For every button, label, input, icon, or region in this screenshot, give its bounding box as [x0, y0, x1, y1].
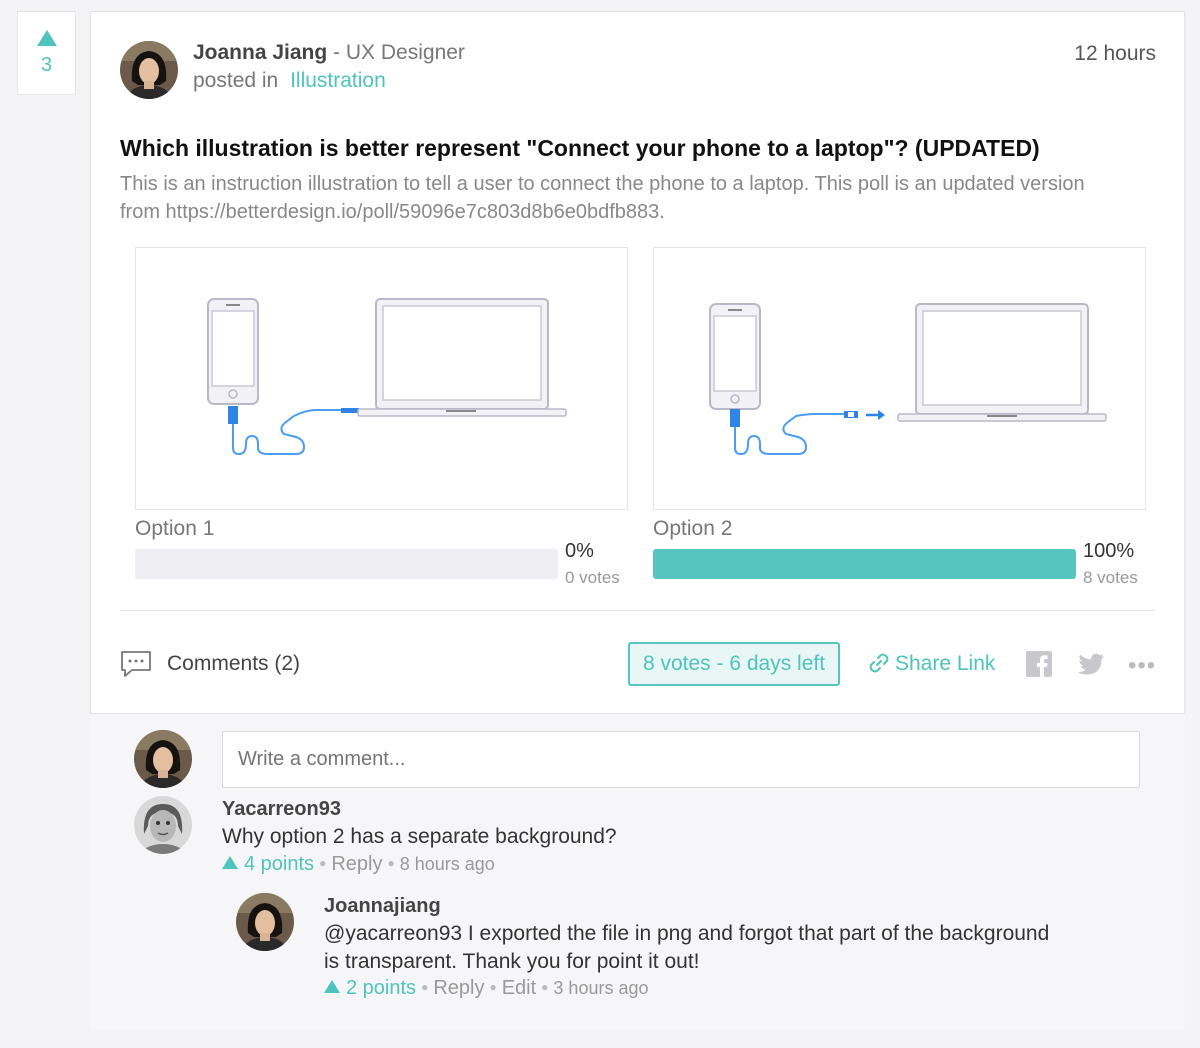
posted-in-label: posted in [193, 69, 279, 92]
edit-link[interactable]: Edit [502, 977, 536, 999]
upvote-arrow-icon [324, 980, 340, 993]
comment-meta: 2 points ● Reply ● Edit ● 3 hours ago [324, 977, 649, 1000]
author-name[interactable]: Joanna Jiang [193, 41, 327, 64]
option-1-image[interactable] [135, 247, 628, 510]
comment-upvote[interactable]: 4 points [222, 853, 314, 875]
post-upvote-box[interactable]: 3 [17, 11, 76, 95]
posted-in-line: posted in Illustration [193, 69, 386, 93]
comments-section: Yacarreon93 Why option 2 has a separate … [90, 714, 1185, 1030]
comment-text-line-1: @yacarreon93 I exported the file in png … [324, 922, 1050, 945]
option-1-bar[interactable] [135, 549, 558, 579]
upvote-count: 3 [40, 54, 53, 76]
reply-author-avatar[interactable] [236, 893, 294, 951]
option-2-bar[interactable] [653, 549, 1076, 579]
option-2-percent: 100% [1083, 540, 1135, 562]
comment-text-line-2: is transparent. Thank you for point it o… [324, 950, 700, 973]
twitter-icon[interactable] [1077, 653, 1105, 681]
comments-link[interactable]: Comments (2) [167, 652, 300, 676]
author-avatar[interactable] [120, 41, 178, 99]
comment-time: 3 hours ago [553, 978, 649, 998]
comment-bubble-icon[interactable] [120, 650, 152, 683]
reply-link[interactable]: Reply [331, 853, 382, 875]
option-2-votes: 8 votes [1083, 568, 1138, 587]
option-2-image[interactable] [653, 247, 1146, 510]
post-time: 12 hours [1074, 42, 1156, 65]
comment-author[interactable]: Yacarreon93 [222, 798, 341, 821]
author-separator: - [327, 41, 346, 64]
votes-status-badge: 8 votes - 6 days left [628, 642, 840, 686]
comment-text: Why option 2 has a separate background? [222, 825, 617, 848]
comment-author[interactable]: Joannajiang [324, 895, 441, 918]
option-1-votes: 0 votes [565, 568, 620, 587]
option-2-label[interactable]: Option 2 [653, 517, 732, 541]
commenter-avatar[interactable] [134, 796, 192, 854]
comment-points: 4 points [244, 853, 315, 875]
category-link[interactable]: Illustration [290, 69, 386, 92]
facebook-icon[interactable] [1026, 651, 1052, 682]
reply-link[interactable]: Reply [433, 977, 484, 999]
option-1-percent: 0% [565, 540, 594, 562]
dot-separator: ● [319, 856, 327, 870]
comment-time: 8 hours ago [399, 854, 495, 874]
upvote-arrow-icon [222, 856, 238, 869]
upvote-arrow-icon[interactable] [36, 30, 57, 46]
dot-separator: ● [489, 980, 497, 994]
more-options-icon[interactable]: ••• [1128, 654, 1156, 678]
phone-laptop-illustration-2 [709, 303, 1107, 456]
share-link-label: Share Link [895, 652, 996, 675]
comment-upvote[interactable]: 2 points [324, 977, 416, 999]
comment-points: 2 points [346, 977, 417, 999]
dot-separator: ● [541, 980, 549, 994]
option-1-label[interactable]: Option 1 [135, 517, 214, 541]
comment-input[interactable] [222, 731, 1140, 788]
post-description: This is an instruction illustration to t… [120, 173, 1085, 223]
comment-meta: 4 points ● Reply ● 8 hours ago [222, 853, 495, 876]
poll-card: Joanna Jiang - UX Designer posted in Ill… [90, 11, 1185, 714]
dot-separator: ● [387, 856, 395, 870]
current-user-avatar [134, 730, 192, 788]
dot-separator: ● [421, 980, 429, 994]
option-2-bar-fill [653, 549, 1076, 579]
author-role: UX Designer [345, 41, 465, 64]
phone-laptop-illustration-1 [207, 298, 567, 456]
share-link-button[interactable]: Share Link [869, 652, 995, 676]
link-icon [869, 653, 889, 673]
card-divider [120, 610, 1155, 611]
author-line: Joanna Jiang - UX Designer [193, 41, 465, 65]
post-title: Which illustration is better represent "… [120, 135, 1040, 161]
